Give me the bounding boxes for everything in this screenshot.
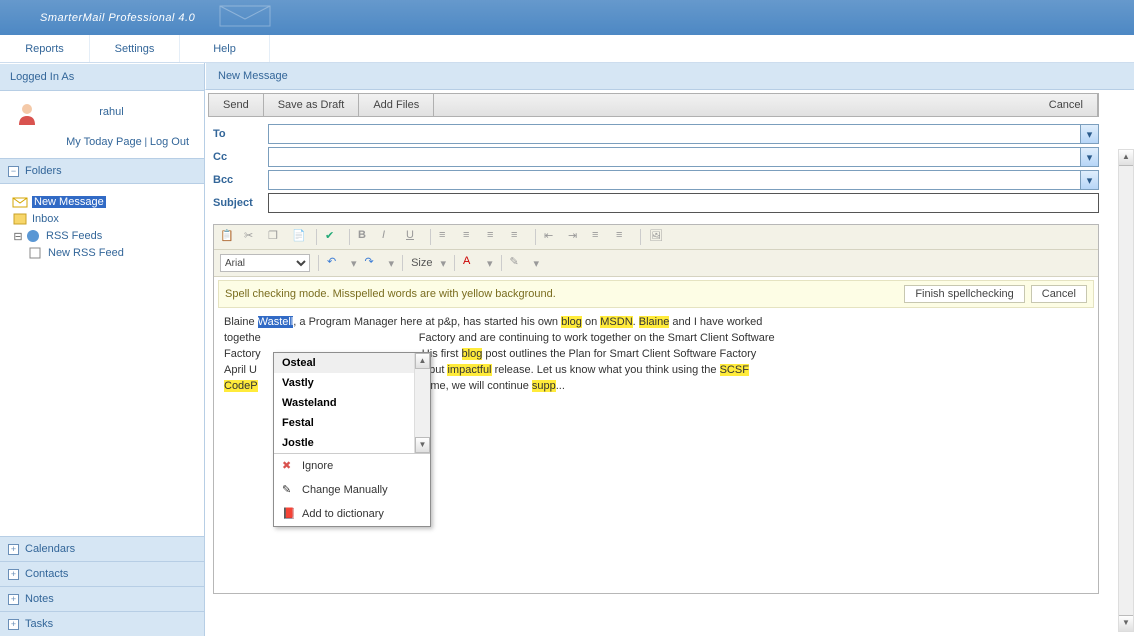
bcc-input[interactable]: [268, 170, 1081, 190]
collapse-icon[interactable]: ⊟: [12, 230, 24, 243]
add-files-button[interactable]: Add Files: [359, 94, 434, 116]
nav-contacts[interactable]: +Contacts: [0, 561, 204, 586]
underline-icon[interactable]: U: [406, 229, 422, 245]
add-dictionary-action[interactable]: 📕Add to dictionary: [274, 502, 430, 526]
sidebar: Logged In As rahul My Today Page | Log O…: [0, 63, 205, 636]
rss-icon: [26, 229, 42, 243]
change-manually-action[interactable]: ✎Change Manually: [274, 478, 430, 502]
scroll-up-icon[interactable]: ▲: [1119, 150, 1133, 166]
menu-bar: Reports Settings Help: [0, 35, 1134, 63]
finish-spellcheck-button[interactable]: Finish spellchecking: [904, 285, 1024, 303]
new-rss-icon: [28, 246, 44, 260]
nav-notes[interactable]: +Notes: [0, 586, 204, 611]
highlight-icon[interactable]: ✎: [510, 255, 526, 271]
app-title: SmarterMail Professional 4.0: [40, 12, 195, 24]
cancel-spellcheck-button[interactable]: Cancel: [1031, 285, 1087, 303]
menu-settings[interactable]: Settings: [90, 35, 180, 62]
app-header: SmarterMail Professional 4.0: [0, 0, 1134, 35]
tree-rss-feeds[interactable]: ⊟ RSS Feeds: [12, 229, 196, 243]
avatar-icon: [15, 101, 39, 125]
cancel-button[interactable]: Cancel: [1035, 94, 1098, 116]
tree-new-rss-feed[interactable]: New RSS Feed: [28, 246, 196, 260]
font-color-icon[interactable]: A: [463, 255, 479, 271]
outdent-icon[interactable]: ⇤: [544, 229, 560, 245]
scroll-up-icon[interactable]: ▲: [415, 353, 430, 369]
cut-icon[interactable]: ✂: [244, 229, 260, 245]
align-justify-icon[interactable]: ≡: [511, 229, 527, 245]
ignore-action[interactable]: ✖Ignore: [274, 454, 430, 478]
expand-icon: +: [8, 544, 19, 555]
menu-help[interactable]: Help: [180, 35, 270, 62]
book-icon: 📕: [282, 507, 296, 521]
to-dropdown[interactable]: ▾: [1081, 124, 1099, 144]
edit-icon: ✎: [282, 483, 296, 497]
editor-toolbar-2: Arial ↶▾ ↷▾ Size▾ A▾ ✎▾: [214, 250, 1098, 277]
paste-icon[interactable]: 📋: [220, 229, 236, 245]
scroll-down-icon[interactable]: ▼: [415, 437, 430, 453]
suggestion-option[interactable]: Vastly: [274, 373, 430, 393]
indent-icon[interactable]: ⇥: [568, 229, 584, 245]
nav-calendars[interactable]: +Calendars: [0, 536, 204, 561]
envelope-icon: [215, 1, 275, 34]
editor-toolbar-1: 📋 ✂ ❐ 📄 ✔ B I U ≡ ≡ ≡ ≡ ⇤ ⇥ ≡ ≡: [214, 225, 1098, 250]
send-button[interactable]: Send: [209, 94, 264, 116]
folder-tree: New Message Inbox ⊟ RSS Feeds New RSS Fe…: [0, 184, 204, 536]
spellcheck-bar: Spell checking mode. Misspelled words ar…: [218, 280, 1094, 308]
tree-new-message[interactable]: New Message: [12, 195, 196, 209]
folders-header[interactable]: − Folders: [0, 158, 204, 184]
unordered-list-icon[interactable]: ≡: [616, 229, 632, 245]
ordered-list-icon[interactable]: ≡: [592, 229, 608, 245]
expand-icon: +: [8, 594, 19, 605]
compose-title: New Message: [205, 63, 1134, 90]
new-message-icon: [12, 195, 28, 209]
spellcheck-icon[interactable]: ✔: [325, 229, 341, 245]
cc-dropdown[interactable]: ▾: [1081, 147, 1099, 167]
suggestion-option[interactable]: Wasteland: [274, 393, 430, 413]
menu-reports[interactable]: Reports: [0, 35, 90, 62]
bcc-label: Bcc: [213, 174, 268, 186]
redo-icon[interactable]: ↷: [365, 255, 381, 271]
tree-inbox[interactable]: Inbox: [12, 212, 196, 226]
content-area: New Message Send Save as Draft Add Files…: [205, 63, 1134, 636]
selected-misspelled-word: Wastell: [258, 316, 294, 328]
spellcheck-message: Spell checking mode. Misspelled words ar…: [225, 288, 556, 300]
scroll-down-icon[interactable]: ▼: [1119, 615, 1133, 631]
size-label[interactable]: Size: [411, 257, 432, 269]
ignore-icon: ✖: [282, 459, 296, 473]
compose-toolbar: Send Save as Draft Add Files Cancel: [208, 93, 1099, 117]
subject-label: Subject: [213, 197, 268, 209]
suggestion-option[interactable]: Osteal: [274, 353, 430, 373]
align-left-icon[interactable]: ≡: [439, 229, 455, 245]
suggestion-option[interactable]: Jostle: [274, 433, 430, 453]
save-draft-button[interactable]: Save as Draft: [264, 94, 360, 116]
suggestion-option[interactable]: Festal: [274, 413, 430, 433]
paste2-icon[interactable]: 📄: [292, 229, 308, 245]
to-input[interactable]: [268, 124, 1081, 144]
cc-label: Cc: [213, 151, 268, 163]
undo-icon[interactable]: ↶: [327, 255, 343, 271]
content-scrollbar[interactable]: ▲ ▼: [1118, 149, 1134, 632]
inbox-icon: [12, 212, 28, 226]
my-today-page-link[interactable]: My Today Page: [66, 136, 142, 148]
copy-icon[interactable]: ❐: [268, 229, 284, 245]
expand-icon: +: [8, 619, 19, 630]
bcc-dropdown[interactable]: ▾: [1081, 170, 1099, 190]
font-select[interactable]: Arial: [220, 254, 310, 272]
cc-input[interactable]: [268, 147, 1081, 167]
subject-input[interactable]: [268, 193, 1099, 213]
logged-in-header: Logged In As: [0, 63, 204, 91]
bold-icon[interactable]: B: [358, 229, 374, 245]
suggestion-scrollbar[interactable]: ▲ ▼: [414, 353, 430, 453]
collapse-icon[interactable]: −: [8, 166, 19, 177]
logout-link[interactable]: Log Out: [150, 136, 189, 148]
align-center-icon[interactable]: ≡: [463, 229, 479, 245]
image-icon[interactable]: 🖼: [649, 229, 665, 245]
expand-icon: +: [8, 569, 19, 580]
align-right-icon[interactable]: ≡: [487, 229, 503, 245]
nav-tasks[interactable]: +Tasks: [0, 611, 204, 636]
spellcheck-suggestions-popup: Osteal Vastly Wasteland Festal Jostle ▲ …: [273, 352, 431, 527]
italic-icon[interactable]: I: [382, 229, 398, 245]
to-label: To: [213, 128, 268, 140]
